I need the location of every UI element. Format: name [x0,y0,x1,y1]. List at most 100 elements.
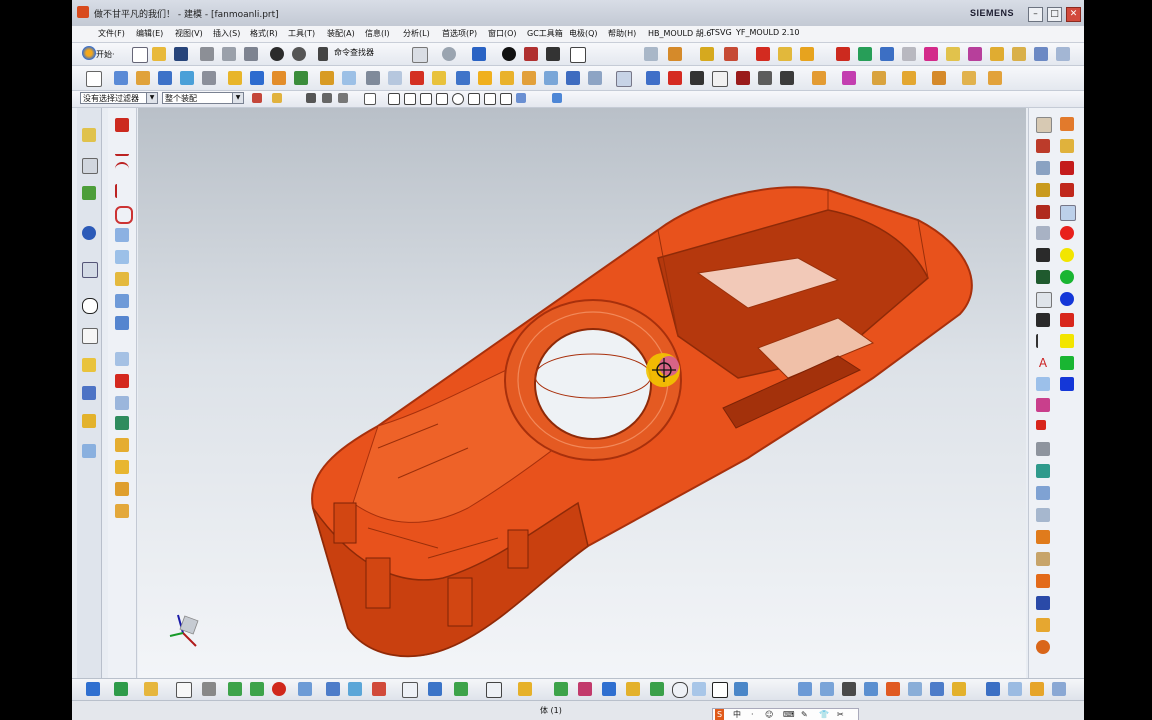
blend-icon[interactable] [908,682,922,696]
solid-icon[interactable] [836,47,850,61]
teal-tool-icon[interactable] [1036,464,1050,478]
view-orient-icon[interactable] [1056,47,1070,61]
start-icon[interactable] [82,46,96,60]
assembly-icon[interactable] [880,47,894,61]
tools-cross-icon[interactable] [202,682,216,696]
point-icon[interactable] [690,71,704,85]
arrow-left-icon[interactable] [228,682,242,696]
swept-icon[interactable] [115,374,129,388]
arrow-right-icon[interactable] [250,682,264,696]
menu-edit[interactable]: 编辑(E) [136,28,163,39]
open-folder-icon[interactable] [152,47,166,61]
pan-icon[interactable] [372,682,386,696]
frame-icon[interactable] [1036,292,1052,308]
blocks-icon[interactable] [990,47,1004,61]
edge-icon[interactable] [524,47,538,61]
pattern-icon[interactable] [566,71,580,85]
white-box-icon[interactable] [176,682,192,698]
extrude-icon[interactable] [114,71,128,85]
face-tool-icon[interactable] [798,682,812,696]
extend-icon[interactable] [930,682,944,696]
line-snap-icon[interactable] [420,93,432,105]
patch-icon[interactable] [115,482,129,496]
arc-tool-icon[interactable] [115,162,129,178]
package-icon[interactable] [1012,47,1026,61]
revolve-icon[interactable] [136,71,150,85]
arc-icon[interactable] [758,71,772,85]
fit-view-icon[interactable] [412,47,428,63]
scope-select[interactable]: 整个装配 ▼ [162,92,244,104]
copy-face-icon[interactable] [988,71,1002,85]
red-cube-icon[interactable] [1060,313,1074,327]
translucency-icon[interactable] [1036,161,1050,175]
material-icon[interactable] [1036,183,1050,197]
render-style-icon[interactable] [442,47,456,61]
selection-priority-icon[interactable] [86,682,100,696]
type-filter-select[interactable]: 没有选择过滤器 ▼ [80,92,158,104]
orient-icon[interactable] [326,682,340,696]
glass-cube-icon[interactable] [1060,205,1076,221]
part-navigator-icon[interactable] [902,47,916,61]
sew-sheet-icon[interactable] [115,460,129,474]
menu-view[interactable]: 视图(V) [175,28,203,39]
yellow-color-swatch[interactable] [1060,248,1074,262]
face-snap-icon[interactable] [516,93,526,103]
new-file-icon[interactable] [132,47,148,63]
menu-file[interactable]: 文件(F) [98,28,125,39]
subtract-icon[interactable] [320,71,334,85]
section-icon[interactable] [546,47,560,61]
paste-icon[interactable] [244,47,258,61]
intersection-snap-icon[interactable] [484,93,496,105]
constraint-navigator-icon[interactable] [82,158,98,174]
replace-face-icon[interactable] [616,71,632,87]
intersection-curve-icon[interactable] [115,294,129,308]
process-studio-icon[interactable] [82,358,96,372]
pocket-icon[interactable] [202,71,216,85]
minimize-button[interactable]: – [1028,7,1043,22]
ime-keyboard[interactable]: ⌨ [783,709,795,720]
edge-color-icon[interactable] [1060,139,1074,153]
midpoint-snap-icon[interactable] [404,93,416,105]
grey-block-icon[interactable] [1036,442,1050,456]
intersect-icon[interactable] [342,71,356,85]
grid-icon[interactable] [402,682,418,698]
manufacturing-wizard-icon[interactable] [82,386,96,400]
crown-icon[interactable] [518,682,532,696]
ime-punct[interactable]: · [751,709,754,720]
plane-icon[interactable] [1036,508,1050,522]
boss-icon[interactable] [180,71,194,85]
slot-icon[interactable] [250,71,264,85]
menu-preferences[interactable]: 首选项(P) [442,28,477,39]
green-color-swatch[interactable] [1060,270,1074,284]
mirror-icon[interactable] [544,71,558,85]
view-select-icon[interactable] [552,93,562,103]
orange-circle-icon[interactable] [1036,640,1050,654]
scale-body-icon[interactable] [522,71,536,85]
n-sided-icon[interactable] [115,416,129,430]
quadrant-snap-icon[interactable] [468,93,480,105]
blue-color-swatch[interactable] [1060,292,1074,306]
ime-tools[interactable]: ✂ [837,709,844,720]
project-curve-icon[interactable] [115,272,129,286]
m-icon[interactable] [1036,574,1050,588]
resize-face-icon[interactable] [872,71,886,85]
hole-icon[interactable] [158,71,172,85]
menu-tsvg[interactable]: TSVG [710,28,732,37]
panda-icon[interactable] [712,682,728,698]
text-tool-icon[interactable]: A [1036,356,1050,370]
draft-icon[interactable] [478,71,492,85]
background-icon[interactable] [570,47,586,63]
cut-icon[interactable] [200,47,214,61]
face-blue-icon[interactable] [1036,377,1050,391]
dark-block-icon[interactable] [1036,313,1050,327]
part-navigator-icon[interactable] [82,186,96,200]
ime-emoji[interactable]: ☺ [765,709,773,720]
undo-icon[interactable] [270,47,284,61]
through-curves-icon[interactable] [115,352,129,366]
curve-icon[interactable] [780,71,794,85]
shell-icon[interactable] [456,71,470,85]
wcs-icon[interactable] [668,47,682,61]
extract-curve-icon[interactable] [115,316,129,330]
layer-settings-icon[interactable] [644,47,658,61]
ime-handwrite[interactable]: ✎ [801,709,808,720]
